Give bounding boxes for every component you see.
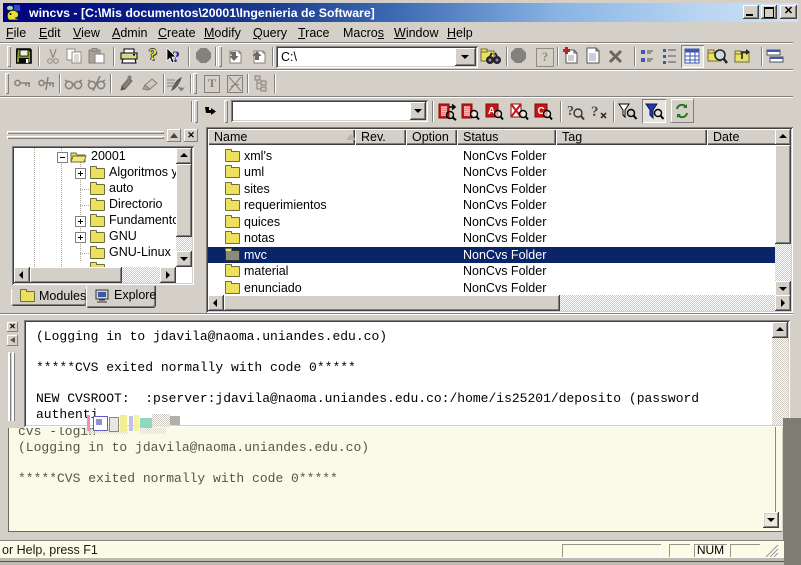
svg-text:?: ? — [567, 104, 574, 119]
svg-text:?: ? — [591, 104, 599, 120]
svg-text:?: ? — [172, 49, 180, 66]
